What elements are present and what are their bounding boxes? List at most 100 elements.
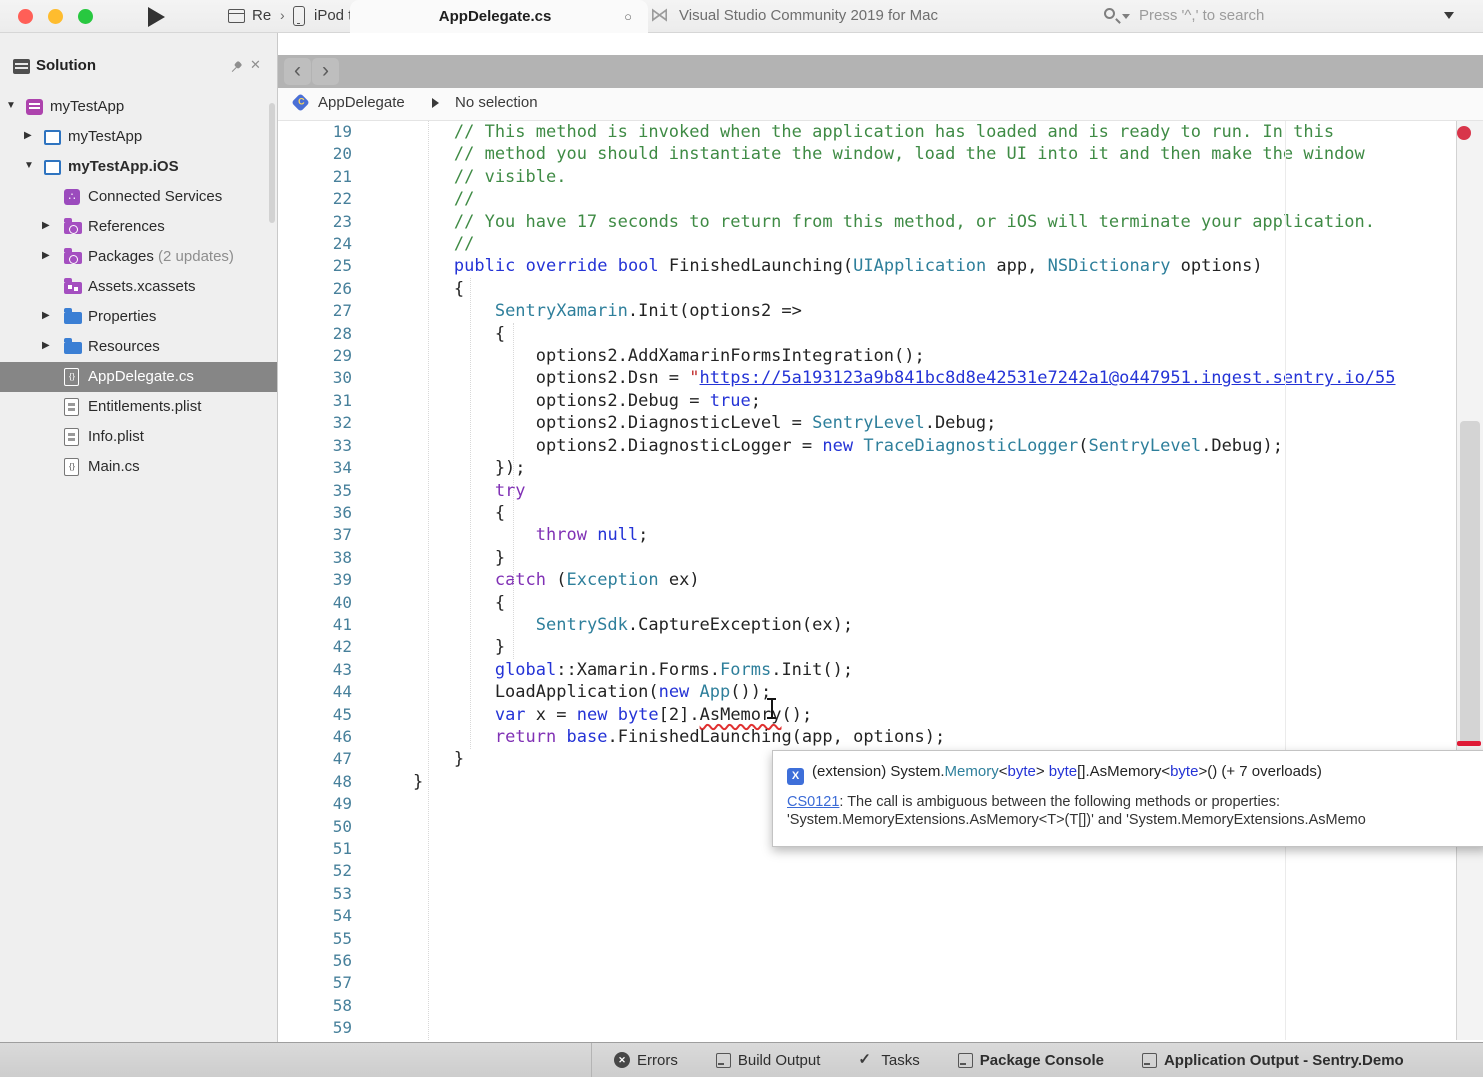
tree-item-assets-xcassets[interactable]: Assets.xcassets <box>0 272 277 302</box>
code-editor[interactable]: 19 // This method is invoked when the ap… <box>278 121 1456 1040</box>
close-window-button[interactable] <box>18 9 33 24</box>
error-code-link[interactable]: CS0121 <box>787 794 839 810</box>
dock-pad-build-output[interactable]: Build Output <box>716 1052 821 1069</box>
code-line-24[interactable]: 24 // <box>278 233 1456 255</box>
code-token <box>372 301 495 321</box>
code-line-21[interactable]: 21 // visible. <box>278 166 1456 188</box>
code-token <box>607 705 617 725</box>
tree-item-connected-services[interactable]: Connected Services <box>0 182 277 212</box>
dock-pad-errors[interactable]: Errors <box>614 1052 678 1069</box>
code-line-56[interactable]: 56 <box>278 950 1456 972</box>
code-line-29[interactable]: 29 options2.AddXamarinFormsIntegration()… <box>278 345 1456 367</box>
breadcrumb-selection[interactable]: No selection <box>455 94 538 111</box>
minimize-window-button[interactable] <box>48 9 63 24</box>
project-icon <box>44 160 61 175</box>
code-line-23[interactable]: 23 // You have 17 seconds to return from… <box>278 211 1456 233</box>
console-icon <box>1142 1053 1157 1068</box>
error-circle-icon <box>614 1052 630 1068</box>
navigate-back-button[interactable]: ‹ <box>284 58 311 85</box>
line-number: 43 <box>278 659 352 681</box>
tree-item-main-cs[interactable]: Main.cs <box>0 452 277 482</box>
disclosure-expanded-icon[interactable]: ▼ <box>6 100 16 111</box>
tab-list-chevron-icon[interactable] <box>1444 12 1454 19</box>
code-line-30[interactable]: 30 options2.Dsn = "https://5a193123a9b84… <box>278 367 1456 389</box>
code-line-41[interactable]: 41 SentrySdk.CaptureException(ex); <box>278 614 1456 636</box>
code-line-55[interactable]: 55 <box>278 928 1456 950</box>
code-line-26[interactable]: 26 { <box>278 278 1456 300</box>
disclosure-collapsed-icon[interactable]: ▶ <box>42 220 50 231</box>
search-field[interactable]: Press '^,' to search <box>1098 0 1483 33</box>
tree-item-references[interactable]: ▶References <box>0 212 277 242</box>
code-line-46[interactable]: 46 return base.FinishedLaunching(app, op… <box>278 726 1456 748</box>
code-token: .FinishedLaunching(app, options); <box>607 727 945 747</box>
close-icon[interactable]: ✕ <box>250 57 261 73</box>
configuration-selector[interactable]: Re <box>252 7 271 24</box>
pin-icon[interactable] <box>228 59 245 76</box>
tree-item-resources[interactable]: ▶Resources <box>0 332 277 362</box>
code-token <box>372 525 536 545</box>
code-line-58[interactable]: 58 <box>278 995 1456 1017</box>
code-line-52[interactable]: 52 <box>278 860 1456 882</box>
dock-pad-application-output-sentry-demo[interactable]: Application Output - Sentry.Demo <box>1142 1052 1404 1069</box>
code-token: [].AsMemory< <box>1077 763 1170 780</box>
code-line-28[interactable]: 28 { <box>278 323 1456 345</box>
navigate-forward-button[interactable]: › <box>312 58 339 85</box>
breadcrumb-separator-icon <box>432 98 439 108</box>
code-line-25[interactable]: 25 public override bool FinishedLaunchin… <box>278 255 1456 277</box>
code-token: App <box>700 682 731 702</box>
dock-pad-tasks[interactable]: Tasks <box>858 1052 919 1069</box>
editor-scrollbar[interactable] <box>1456 121 1483 1040</box>
code-line-43[interactable]: 43 global::Xamarin.Forms.Forms.Init(); <box>278 659 1456 681</box>
disclosure-collapsed-icon[interactable]: ▶ <box>24 130 32 141</box>
code-line-35[interactable]: 35 try <box>278 480 1456 502</box>
breadcrumb-class[interactable]: AppDelegate <box>318 94 405 111</box>
tree-item-mytestapp[interactable]: ▶myTestApp <box>0 122 277 152</box>
code-line-32[interactable]: 32 options2.DiagnosticLevel = SentryLeve… <box>278 412 1456 434</box>
tree-item-mytestapp[interactable]: ▼myTestApp <box>0 92 277 122</box>
code-line-22[interactable]: 22 // <box>278 188 1456 210</box>
dock-pad-label: Tasks <box>881 1052 919 1069</box>
code-line-40[interactable]: 40 { <box>278 592 1456 614</box>
scrollbar-thumb[interactable] <box>1460 421 1480 746</box>
code-token: { <box>372 503 505 523</box>
code-line-44[interactable]: 44 LoadApplication(new App()); <box>278 681 1456 703</box>
code-line-19[interactable]: 19 // This method is invoked when the ap… <box>278 121 1456 143</box>
code-line-36[interactable]: 36 { <box>278 502 1456 524</box>
code-line-57[interactable]: 57 <box>278 972 1456 994</box>
tree-item-packages[interactable]: ▶Packages (2 updates) <box>0 242 277 272</box>
code-line-54[interactable]: 54 <box>278 905 1456 927</box>
code-line-31[interactable]: 31 options2.Debug = true; <box>278 390 1456 412</box>
run-button[interactable] <box>148 7 165 27</box>
code-line-20[interactable]: 20 // method you should instantiate the … <box>278 143 1456 165</box>
disclosure-collapsed-icon[interactable]: ▶ <box>42 340 50 351</box>
tree-item-properties[interactable]: ▶Properties <box>0 302 277 332</box>
code-line-53[interactable]: 53 <box>278 883 1456 905</box>
tab-appdelegate[interactable]: AppDelegate.cs ○ <box>350 0 648 33</box>
code-line-37[interactable]: 37 throw null; <box>278 524 1456 546</box>
code-line-45[interactable]: 45 var x = new byte[2].AsMemory(); <box>278 704 1456 726</box>
zoom-window-button[interactable] <box>78 9 93 24</box>
code-token: // method you should instantiate the win… <box>372 144 1365 164</box>
error-text: : The call is ambiguous between the foll… <box>839 794 1280 810</box>
sidebar-scrollbar[interactable] <box>269 103 275 223</box>
tree-item-appdelegate-cs[interactable]: AppDelegate.cs <box>0 362 277 392</box>
code-line-34[interactable]: 34 }); <box>278 457 1456 479</box>
code-text: // <box>352 189 474 209</box>
code-token <box>372 570 495 590</box>
code-token: .Debug); <box>1201 436 1283 456</box>
code-line-39[interactable]: 39 catch (Exception ex) <box>278 569 1456 591</box>
dock-pad-package-console[interactable]: Package Console <box>958 1052 1104 1069</box>
disclosure-collapsed-icon[interactable]: ▶ <box>42 310 50 321</box>
folder-assets-icon <box>64 282 82 294</box>
code-line-38[interactable]: 38 } <box>278 547 1456 569</box>
disclosure-collapsed-icon[interactable]: ▶ <box>42 250 50 261</box>
code-line-33[interactable]: 33 options2.DiagnosticLogger = new Trace… <box>278 435 1456 457</box>
tree-item-entitlements-plist[interactable]: Entitlements.plist <box>0 392 277 422</box>
tree-item-mytestapp-ios[interactable]: ▼myTestApp.iOS <box>0 152 277 182</box>
dsn-url-link[interactable]: https://5a193123a9b841bc8d8e42531e7242a1… <box>700 368 1396 388</box>
code-line-27[interactable]: 27 SentryXamarin.Init(options2 => <box>278 300 1456 322</box>
tree-item-info-plist[interactable]: Info.plist <box>0 422 277 452</box>
code-line-59[interactable]: 59 <box>278 1017 1456 1039</box>
disclosure-expanded-icon[interactable]: ▼ <box>24 160 34 171</box>
code-line-42[interactable]: 42 } <box>278 636 1456 658</box>
